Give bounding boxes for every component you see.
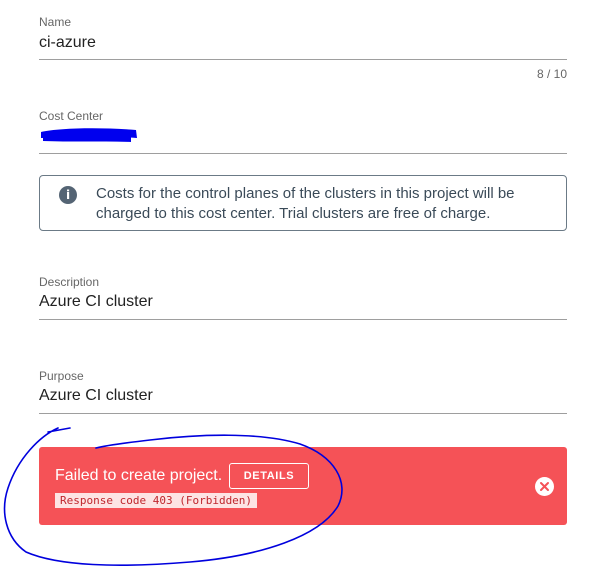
description-label: Description	[39, 275, 100, 289]
name-underline	[39, 59, 567, 60]
purpose-label: Purpose	[39, 369, 84, 383]
purpose-input[interactable]: Azure CI cluster	[39, 386, 153, 406]
name-char-counter: 8 / 10	[536, 67, 567, 81]
description-underline	[39, 319, 567, 320]
description-field[interactable]: Description Azure CI cluster	[39, 275, 567, 325]
cost-center-info-box: i Costs for the control planes of the cl…	[39, 175, 567, 231]
purpose-underline	[39, 413, 567, 414]
error-banner: Failed to create project. DETAILS Respon…	[39, 447, 567, 525]
cost-center-label: Cost Center	[39, 109, 104, 123]
close-button[interactable]	[535, 477, 554, 496]
error-response-code: Response code 403 (Forbidden)	[55, 493, 258, 508]
name-input[interactable]: ci-azure	[39, 33, 96, 53]
cost-center-underline	[39, 153, 567, 154]
details-button[interactable]: DETAILS	[229, 463, 309, 489]
purpose-field[interactable]: Purpose Azure CI cluster	[39, 369, 567, 419]
name-label: Name	[39, 15, 72, 29]
name-field[interactable]: Name ci-azure 8 / 10	[39, 15, 567, 85]
close-icon	[540, 482, 549, 491]
cost-center-redaction	[41, 128, 137, 142]
cost-center-field[interactable]: Cost Center	[39, 109, 567, 159]
description-input[interactable]: Azure CI cluster	[39, 292, 153, 312]
error-title: Failed to create project.	[55, 467, 223, 484]
cost-center-info-text: Costs for the control planes of the clus…	[96, 185, 515, 222]
info-icon: i	[59, 186, 77, 204]
